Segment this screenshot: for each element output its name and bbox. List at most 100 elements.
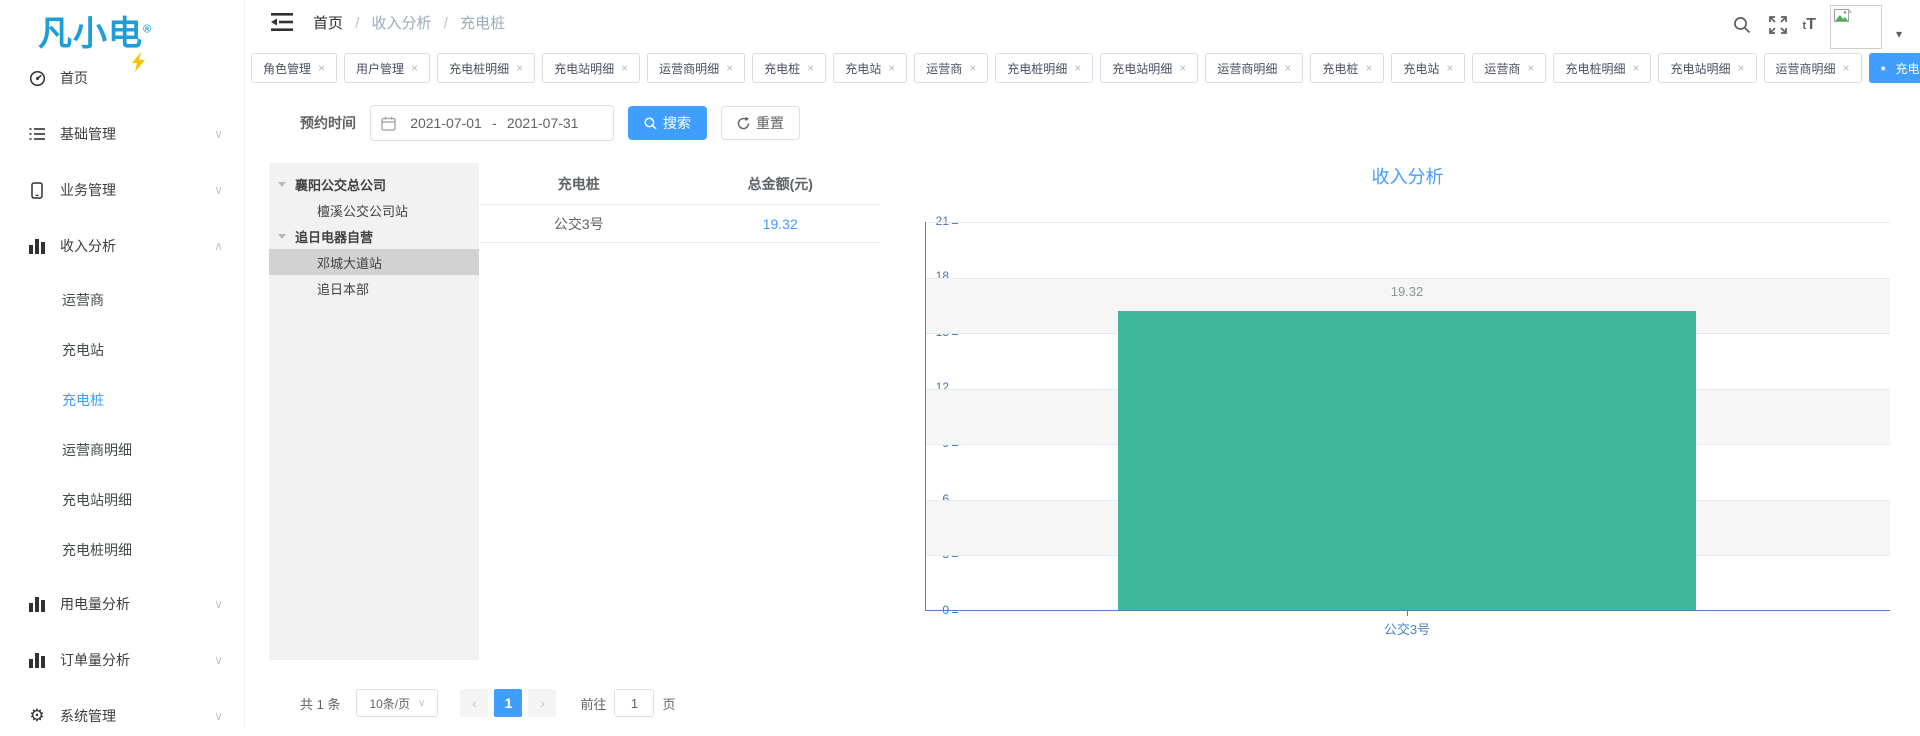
search-icon[interactable] (1731, 14, 1753, 36)
sidebar-item-order-analysis[interactable]: 订单量分析 ∨ (0, 640, 245, 680)
caret-down-icon[interactable] (278, 234, 286, 239)
date-separator: - (492, 115, 497, 131)
sidebar-item-home[interactable]: 首页 (0, 58, 245, 98)
tab-operator[interactable]: 运营商× (1472, 53, 1546, 83)
tab-role-mgmt[interactable]: 角色管理× (251, 53, 337, 83)
tree-node-zhuiri[interactable]: 追日电器自营 (269, 223, 479, 249)
tab-operator[interactable]: 运营商× (914, 53, 988, 83)
tab-station-detail[interactable]: 充电站明细× (1658, 53, 1756, 83)
close-icon[interactable]: × (1737, 61, 1744, 75)
chevron-down-icon: ∨ (214, 653, 223, 667)
tab-pile[interactable]: 充电桩× (752, 53, 826, 83)
sidebar-subitem-pile-detail[interactable]: 充电桩明细 (0, 532, 245, 568)
date-range-label: 预约时间 (300, 113, 356, 133)
close-icon[interactable]: × (516, 61, 523, 75)
tree-node-company[interactable]: 襄阳公交总公司 (269, 171, 479, 197)
next-page-button[interactable]: › (528, 689, 556, 717)
tree-node-zhuiri-hq[interactable]: 追日本部 (269, 275, 479, 301)
column-header-amount: 总金额(元) (680, 174, 882, 194)
tab-pile-detail[interactable]: 充电桩明细× (1553, 53, 1651, 83)
sidebar-item-biz-mgmt[interactable]: 业务管理 ∨ (0, 170, 245, 210)
table-header: 充电桩 总金额(元) (478, 163, 881, 205)
sidebar-item-label: 订单量分析 (60, 650, 130, 670)
close-icon[interactable]: × (1446, 61, 1453, 75)
bar-series-income (1118, 311, 1696, 610)
bar-chart-icon (28, 595, 46, 613)
tab-pile[interactable]: 充电桩× (1310, 53, 1384, 83)
sidebar-subitem-station[interactable]: 充电站 (0, 332, 245, 368)
chevron-down-icon: ∨ (214, 597, 223, 611)
close-icon[interactable]: × (318, 61, 325, 75)
date-end-input[interactable] (501, 115, 585, 131)
breadcrumb-pile: 充电桩 (460, 15, 505, 32)
mobile-icon (28, 181, 46, 199)
tab-station[interactable]: 充电站× (833, 53, 907, 83)
tab-user-mgmt[interactable]: 用户管理× (344, 53, 430, 83)
close-icon[interactable]: × (807, 61, 814, 75)
app-logo[interactable]: 凡小电® (38, 6, 152, 52)
sidebar-subitem-label: 充电桩明细 (62, 540, 132, 560)
close-icon[interactable]: × (621, 61, 628, 75)
close-icon[interactable]: × (1074, 61, 1081, 75)
close-icon[interactable]: × (411, 61, 418, 75)
close-icon[interactable]: × (1365, 61, 1372, 75)
caret-down-icon[interactable] (278, 182, 286, 187)
breadcrumb-income: 收入分析 (372, 15, 432, 32)
tab-operator-detail[interactable]: 运营商明细× (1764, 53, 1862, 83)
sidebar-subitem-operator-detail[interactable]: 运营商明细 (0, 432, 245, 468)
date-start-input[interactable] (404, 115, 488, 131)
tab-pile-active[interactable]: ●充电桩× (1869, 53, 1920, 83)
tab-operator-detail[interactable]: 运营商明细× (647, 53, 745, 83)
sidebar-item-power-analysis[interactable]: 用电量分析 ∨ (0, 584, 245, 624)
list-icon (28, 125, 46, 143)
tab-operator-detail[interactable]: 运营商明细× (1205, 53, 1303, 83)
sidebar-subitem-pile[interactable]: 充电桩 (0, 382, 245, 418)
pile-table: 充电桩 总金额(元) 公交3号 19.32 (478, 163, 881, 243)
tab-station-detail[interactable]: 充电站明细× (1100, 53, 1198, 83)
tab-station-detail[interactable]: 充电站明细× (542, 53, 640, 83)
prev-page-button[interactable]: ‹ (460, 689, 488, 717)
fullscreen-icon[interactable] (1767, 14, 1789, 36)
close-icon[interactable]: × (1284, 61, 1291, 75)
date-range-input[interactable]: - (370, 105, 614, 141)
chart-title: 收入分析 (925, 163, 1890, 189)
page-number-button[interactable]: 1 (494, 689, 522, 717)
tree-node-dengcheng-station[interactable]: 邓城大道站 (269, 249, 479, 275)
chevron-up-icon: ∧ (214, 239, 223, 253)
sidebar-subitem-label: 充电站 (62, 340, 104, 360)
total-count-label: 共 1 条 (300, 694, 340, 713)
breadcrumb-home[interactable]: 首页 (313, 15, 343, 32)
sidebar-collapse-icon[interactable] (271, 12, 293, 32)
sidebar-item-income-analysis[interactable]: 收入分析 ∧ (0, 226, 245, 266)
tab-pile-detail[interactable]: 充电桩明细× (995, 53, 1093, 83)
bar-chart-icon (28, 237, 46, 255)
sidebar-subitem-label: 充电站明细 (62, 490, 132, 510)
font-size-icon[interactable]: tT (1803, 16, 1816, 34)
sidebar-item-label: 基础管理 (60, 124, 116, 144)
breadcrumb-separator: / (444, 15, 448, 32)
close-icon[interactable]: × (1632, 61, 1639, 75)
page-size-select[interactable]: 10条/页 ∨ (356, 689, 438, 717)
tab-pile-detail[interactable]: 充电桩明细× (437, 53, 535, 83)
close-icon[interactable]: × (1179, 61, 1186, 75)
table-row: 公交3号 19.32 (478, 205, 881, 243)
user-menu-caret-icon[interactable]: ▾ (1896, 27, 1902, 41)
tree-node-tanxi-station[interactable]: 檀溪公交公司站 (269, 197, 479, 223)
goto-page-input[interactable] (614, 689, 654, 717)
chevron-down-icon: ∨ (418, 698, 425, 709)
reset-button[interactable]: 重置 (721, 106, 800, 140)
close-icon[interactable]: × (969, 61, 976, 75)
sidebar-item-base-mgmt[interactable]: 基础管理 ∨ (0, 114, 245, 154)
dashboard-icon (28, 69, 46, 87)
calendar-icon (381, 116, 396, 131)
sidebar-subitem-station-detail[interactable]: 充电站明细 (0, 482, 245, 518)
sidebar-item-system-mgmt[interactable]: ⚙ 系统管理 ∨ (0, 696, 245, 736)
search-button[interactable]: 搜索 (628, 106, 707, 140)
close-icon[interactable]: × (1843, 61, 1850, 75)
tab-station[interactable]: 充电站× (1391, 53, 1465, 83)
avatar[interactable] (1830, 5, 1882, 49)
close-icon[interactable]: × (1527, 61, 1534, 75)
sidebar-subitem-operator[interactable]: 运营商 (0, 282, 245, 318)
close-icon[interactable]: × (726, 61, 733, 75)
close-icon[interactable]: × (888, 61, 895, 75)
